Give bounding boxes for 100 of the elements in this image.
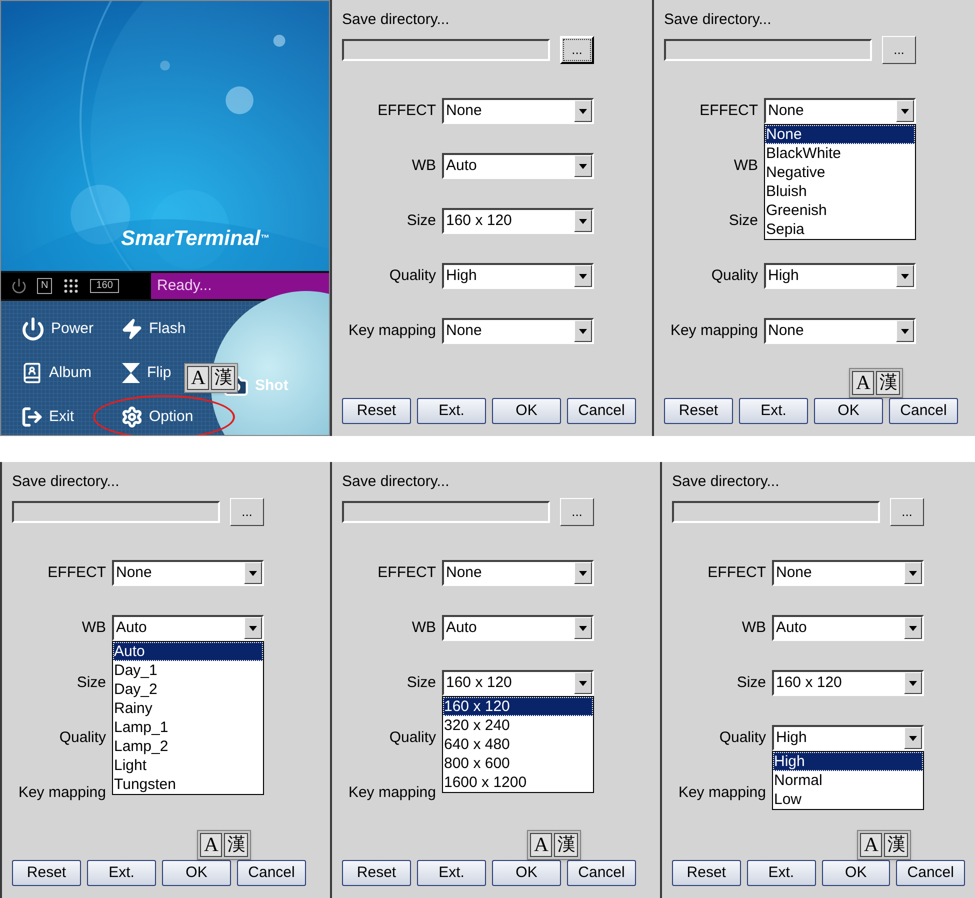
dropdown-option[interactable]: Light bbox=[113, 756, 263, 775]
menu-item[interactable]: Exit bbox=[21, 406, 74, 428]
latin-key[interactable]: A bbox=[860, 833, 882, 857]
dialog-button[interactable]: Cancel bbox=[567, 860, 636, 886]
dropdown-arrow-button[interactable] bbox=[904, 562, 922, 584]
dialog-button[interactable]: Reset bbox=[342, 860, 411, 886]
latin-key[interactable]: A bbox=[200, 833, 222, 857]
dialog-button[interactable]: OK bbox=[492, 398, 561, 424]
dropdown-field[interactable]: None bbox=[442, 318, 594, 344]
dialog-button[interactable]: Ext. bbox=[417, 860, 486, 886]
dropdown-field[interactable]: None bbox=[442, 560, 594, 586]
dropdown-field[interactable]: Auto bbox=[772, 615, 924, 641]
dialog-button[interactable]: OK bbox=[162, 860, 231, 886]
cjk-key[interactable]: 漢 bbox=[211, 366, 236, 390]
dropdown-arrow-button[interactable] bbox=[574, 672, 592, 694]
dropdown-arrow-button[interactable] bbox=[574, 100, 592, 122]
menu-item[interactable]: Flip bbox=[121, 362, 172, 384]
dialog-button[interactable]: Ext. bbox=[417, 398, 486, 424]
browse-button[interactable]: ... bbox=[890, 498, 924, 526]
dropdown-field[interactable]: None bbox=[442, 98, 594, 124]
dialog-button[interactable]: Reset bbox=[672, 860, 741, 886]
dropdown-arrow-button[interactable] bbox=[574, 210, 592, 232]
dialog-button[interactable]: OK bbox=[492, 860, 561, 886]
dropdown-field[interactable]: Auto bbox=[112, 615, 264, 641]
dropdown-option[interactable]: High bbox=[773, 752, 923, 771]
latin-key[interactable]: A bbox=[852, 371, 874, 395]
dropdown-arrow-button[interactable] bbox=[244, 562, 262, 584]
dialog-button[interactable]: Cancel bbox=[237, 860, 306, 886]
dropdown-arrow-button[interactable] bbox=[896, 320, 914, 342]
dropdown-option[interactable]: Day_1 bbox=[113, 661, 263, 680]
dropdown-option[interactable]: Rainy bbox=[113, 699, 263, 718]
directory-field[interactable] bbox=[342, 39, 550, 61]
dropdown-arrow-button[interactable] bbox=[896, 100, 914, 122]
browse-button[interactable]: ... bbox=[560, 36, 594, 64]
input-method-toolbar[interactable]: A 漢 bbox=[527, 830, 582, 860]
menu-item[interactable]: Flash bbox=[121, 318, 186, 340]
dialog-button[interactable]: Reset bbox=[664, 398, 733, 424]
dropdown-option[interactable]: Lamp_1 bbox=[113, 718, 263, 737]
cjk-key[interactable]: 漢 bbox=[884, 833, 908, 857]
dropdown-option[interactable]: Lamp_2 bbox=[113, 737, 263, 756]
dropdown-arrow-button[interactable] bbox=[574, 562, 592, 584]
dropdown-field[interactable]: 160 x 120 bbox=[442, 208, 594, 234]
dialog-button[interactable]: OK bbox=[822, 860, 890, 886]
dropdown-arrow-button[interactable] bbox=[904, 672, 922, 694]
cjk-key[interactable]: 漢 bbox=[554, 833, 578, 857]
dropdown-field[interactable]: Auto bbox=[442, 153, 594, 179]
menu-item[interactable]: Power bbox=[21, 317, 94, 341]
directory-field[interactable] bbox=[672, 501, 880, 523]
browse-button[interactable]: ... bbox=[560, 498, 594, 526]
dropdown-option[interactable]: Negative bbox=[765, 163, 915, 182]
latin-key[interactable]: A bbox=[187, 366, 210, 390]
dialog-button[interactable]: Ext. bbox=[87, 860, 156, 886]
dropdown-arrow-button[interactable] bbox=[904, 727, 922, 749]
cjk-key[interactable]: 漢 bbox=[224, 833, 248, 857]
dropdown-option[interactable]: Normal bbox=[773, 771, 923, 790]
dropdown-option[interactable]: 160 x 120 bbox=[443, 697, 593, 716]
dropdown-option[interactable]: Sepia bbox=[765, 220, 915, 239]
dropdown-arrow-button[interactable] bbox=[574, 320, 592, 342]
dropdown-arrow-button[interactable] bbox=[904, 617, 922, 639]
dropdown-option[interactable]: Low bbox=[773, 790, 923, 809]
dialog-button[interactable]: OK bbox=[814, 398, 883, 424]
dropdown-option[interactable]: Day_2 bbox=[113, 680, 263, 699]
dropdown-arrow-button[interactable] bbox=[244, 617, 262, 639]
dropdown-field[interactable]: None bbox=[764, 98, 916, 124]
browse-button[interactable]: ... bbox=[230, 498, 264, 526]
dropdown-option[interactable]: 320 x 240 bbox=[443, 716, 593, 735]
dropdown-arrow-button[interactable] bbox=[574, 155, 592, 177]
directory-field[interactable] bbox=[12, 501, 220, 523]
dialog-button[interactable]: Cancel bbox=[889, 398, 958, 424]
browse-button[interactable]: ... bbox=[882, 36, 916, 64]
dropdown-field[interactable]: High bbox=[772, 725, 924, 751]
dropdown-field[interactable]: None bbox=[772, 560, 924, 586]
input-method-toolbar[interactable]: A 漢 bbox=[184, 363, 238, 393]
directory-field[interactable] bbox=[342, 501, 550, 523]
dropdown-field[interactable]: High bbox=[442, 263, 594, 289]
cjk-key[interactable]: 漢 bbox=[876, 371, 900, 395]
menu-item[interactable]: Option bbox=[121, 406, 194, 428]
dialog-button[interactable]: Reset bbox=[342, 398, 411, 424]
input-method-toolbar[interactable]: A 漢 bbox=[849, 368, 904, 398]
dropdown-arrow-button[interactable] bbox=[574, 617, 592, 639]
dropdown-field[interactable]: Auto bbox=[442, 615, 594, 641]
dropdown-option[interactable]: Greenish bbox=[765, 201, 915, 220]
directory-field[interactable] bbox=[664, 39, 872, 61]
dropdown-field[interactable]: 160 x 120 bbox=[442, 670, 594, 696]
dropdown-option[interactable]: 640 x 480 bbox=[443, 735, 593, 754]
dropdown-field[interactable]: None bbox=[112, 560, 264, 586]
input-method-toolbar[interactable]: A 漢 bbox=[197, 830, 252, 860]
dropdown-option[interactable]: Auto bbox=[113, 642, 263, 661]
dropdown-option[interactable]: None bbox=[765, 125, 915, 144]
dropdown-field[interactable]: None bbox=[764, 318, 916, 344]
menu-item[interactable]: Album bbox=[21, 362, 92, 384]
dialog-button[interactable]: Ext. bbox=[739, 398, 808, 424]
dialog-button[interactable]: Reset bbox=[12, 860, 81, 886]
latin-key[interactable]: A bbox=[530, 833, 552, 857]
dialog-button[interactable]: Cancel bbox=[567, 398, 636, 424]
dropdown-option[interactable]: BlackWhite bbox=[765, 144, 915, 163]
dropdown-field[interactable]: 160 x 120 bbox=[772, 670, 924, 696]
input-method-toolbar[interactable]: A 漢 bbox=[857, 830, 912, 860]
dropdown-field[interactable]: High bbox=[764, 263, 916, 289]
dropdown-option[interactable]: Bluish bbox=[765, 182, 915, 201]
